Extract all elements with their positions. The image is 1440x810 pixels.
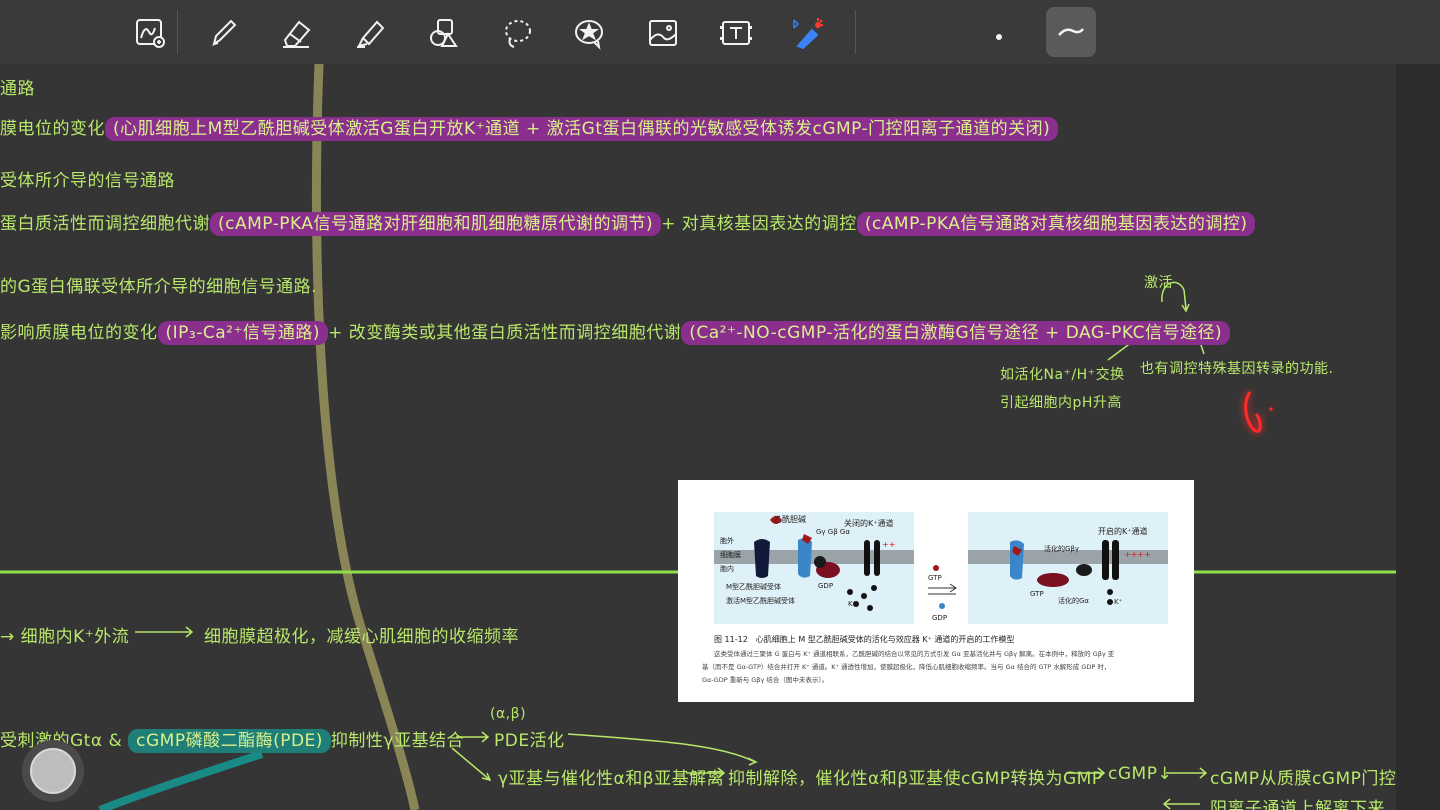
- note-line-4: 蛋白质活性而调控细胞代谢 (cAMP-PKA信号通路对肝细胞和肌细胞糖原代谢的调节…: [0, 209, 1256, 236]
- arrow-1: [135, 626, 194, 638]
- olive-pen-stroke: [312, 64, 420, 810]
- fig-right-gtp-label: GTP: [1030, 590, 1044, 598]
- fig-gprotein-label: Gγ Gβ Gα: [816, 528, 850, 536]
- lower-line-1b: 细胞膜超极化，减缓心肌细胞的收缩频率: [204, 627, 519, 647]
- pasted-figure-image[interactable]: 乙酰胆碱 关闭的K⁺通道 Gγ Gβ Gα ++ 胞外 细胞膜 胞内 M型乙酰胆…: [678, 480, 1194, 702]
- floating-button-knob: [30, 748, 76, 794]
- note-text: &: [108, 731, 123, 751]
- note-line-5: 的G蛋白偶联受体所介导的细胞信号通路.: [0, 277, 318, 297]
- note-text: 影响质膜电位的变化: [0, 323, 158, 343]
- fig-gdp-label: GDP: [818, 582, 834, 590]
- toolbar: [0, 0, 1440, 65]
- fig-k-label: K⁺: [848, 600, 857, 608]
- fig-charge-top: ++: [882, 540, 896, 549]
- note-text: + 对真核基因表达的调控: [661, 214, 857, 234]
- lasso-tool-icon[interactable]: [494, 10, 540, 56]
- highlighter-tool-icon[interactable]: [347, 10, 393, 56]
- sticker-tool-icon[interactable]: [566, 10, 612, 56]
- figure-diagram: [714, 512, 1168, 624]
- note-text: + 改变酶类或其他蛋白质活性而调控细胞代谢: [328, 323, 682, 343]
- purple-highlight: (Ca²⁺-NO-cGMP-活化的蛋白激酶G信号途径 + DAG-PKC信号途径…: [681, 321, 1231, 345]
- toolbar-divider: [855, 10, 856, 54]
- arrow-4: [567, 733, 758, 766]
- note-line-6: 影响质膜电位的变化 (IP₃-Ca²⁺信号通路) + 改变酶类或其他蛋白质活性而调控…: [0, 318, 1231, 345]
- fig-gtp-center: GTP: [928, 574, 942, 582]
- stroke-style-icon[interactable]: [1046, 7, 1096, 57]
- fig-closed-channel-label: 关闭的K⁺通道: [844, 519, 894, 528]
- note-line-1: 通路: [0, 79, 35, 99]
- side-scroll-area[interactable]: [1396, 64, 1440, 810]
- red-scribble: [1244, 391, 1274, 433]
- toolbar-divider: [177, 10, 178, 54]
- note-line-3: 受体所介导的信号通路: [0, 171, 175, 191]
- fig-caption-line: 这类受体通过三聚体 G 蛋白与 K⁺ 通道相联系，乙酰胆碱的结合以常见的方式引发…: [714, 650, 1115, 658]
- pen-size-dot-icon[interactable]: [970, 10, 1016, 56]
- teal-highlight: cGMP磷酸二酯酶(PDE): [128, 729, 331, 753]
- note-text: 蛋白质活性而调控细胞代谢: [0, 214, 210, 234]
- lower-line-3d: cGMP从质膜cGMP门控: [1210, 769, 1396, 789]
- lower-line-3a: γ亚基与催化性α和β亚基解离: [498, 769, 725, 789]
- purple-highlight: (cAMP-PKA信号通路对肝细胞和肌细胞糖原代谢的调节): [210, 212, 662, 236]
- activate-label: 激活: [1144, 275, 1173, 291]
- eraser-tool-icon[interactable]: [273, 10, 319, 56]
- fig-active-gbg-label: 活化的Gβγ: [1044, 545, 1080, 553]
- branch-note-2: 也有调控特殊基因转录的功能.: [1140, 361, 1334, 377]
- floating-assistive-button[interactable]: [22, 740, 84, 802]
- lower-line-4a: 阳离子通道上解离下来: [1210, 799, 1385, 810]
- pen-tool-icon[interactable]: [200, 10, 246, 56]
- lower-line-1a: → 细胞内K⁺外流: [0, 627, 130, 647]
- branch-note-1b: 引起细胞内pH升高: [1000, 395, 1122, 411]
- alpha-beta-label: (α,β): [490, 706, 527, 722]
- fig-ligand-label: 乙酰胆碱: [774, 515, 806, 524]
- note-text: 抑制性γ亚基结合: [330, 731, 464, 751]
- fig-caption-title: 图 11-12 心肌细胞上 M 型乙酰胆碱受体的活化与效应器 K⁺ 通道的开启的…: [714, 635, 1015, 644]
- fig-membrane-label: 细胞膜: [720, 551, 741, 559]
- fig-active-receptor-label: 激活M型乙酰胆碱受体: [726, 597, 796, 605]
- note-text: 膜电位的变化: [0, 119, 105, 139]
- fig-right-k-label: K⁺: [1114, 598, 1123, 606]
- lower-line-3b: 抑制解除，催化性α和β亚基使cGMP转换为GMP: [728, 769, 1103, 789]
- fig-extracellular-label: 胞外: [720, 537, 734, 545]
- fig-caption-line: 基（而不是 Gα-GTP）结合并打开 K⁺ 通道。K⁺ 通透性增加，使膜超极化，…: [702, 663, 1111, 671]
- arrow-8: [1162, 798, 1200, 810]
- arrow-3: [451, 747, 492, 782]
- purple-highlight: (cAMP-PKA信号通路对真核细胞基因表达的调控): [856, 212, 1256, 236]
- shapes-tool-icon[interactable]: [420, 10, 466, 56]
- note-line-2: 膜电位的变化 (心肌细胞上M型乙酰胆碱受体激活G蛋白开放K⁺通道 + 激活Gt蛋白…: [0, 114, 1059, 141]
- branch-note-1a: 如活化Na⁺/H⁺交换: [1000, 367, 1125, 383]
- fig-active-ga-label: 活化的Gα: [1058, 597, 1090, 605]
- fig-intracellular-label: 胞内: [720, 565, 734, 573]
- image-tool-icon[interactable]: [640, 10, 686, 56]
- purple-highlight: (心肌细胞上M型乙酰胆碱受体激活G蛋白开放K⁺通道 + 激活Gt蛋白偶联的光敏感…: [105, 117, 1059, 141]
- text-tool-icon[interactable]: [713, 10, 759, 56]
- fig-right-charge-top: ++++: [1124, 550, 1151, 559]
- pde-activated: PDE活化: [494, 731, 565, 751]
- fig-open-channel-label: 开启的K⁺通道: [1098, 527, 1148, 536]
- teal-pen-stroke: [98, 750, 264, 810]
- laser-pointer-tool-icon[interactable]: [784, 10, 830, 56]
- fig-gdp-center: GDP: [932, 614, 948, 622]
- purple-highlight: (IP₃-Ca²⁺信号通路): [157, 321, 329, 345]
- lower-line-3c: cGMP↓: [1108, 764, 1173, 784]
- fig-receptor-label: M型乙酰胆碱受体: [726, 583, 782, 591]
- fig-caption-line: Gα-GDP 重新与 Gβγ 结合（图中未表示）。: [702, 676, 829, 684]
- lasso-zoom-tool-icon[interactable]: [127, 10, 173, 56]
